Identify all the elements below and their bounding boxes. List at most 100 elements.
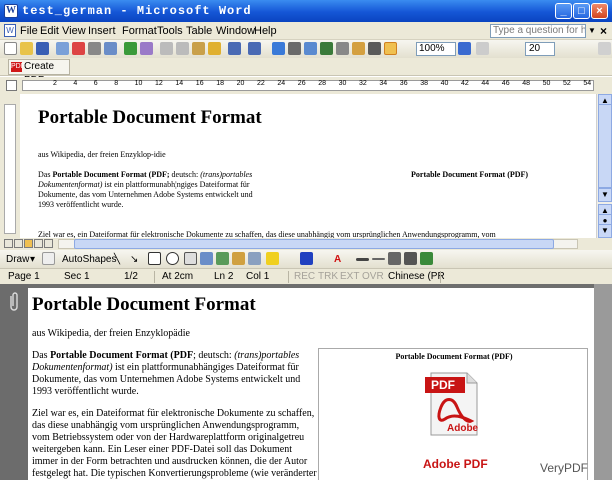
tab-selector[interactable] (6, 80, 17, 91)
maximize-button[interactable]: □ (573, 3, 590, 19)
menu-window[interactable]: Window (216, 25, 255, 37)
normal-view-icon[interactable] (4, 239, 13, 248)
menu-help[interactable]: Help (254, 25, 277, 37)
close-button[interactable]: × (591, 3, 608, 19)
font-size-select[interactable]: 20 (525, 42, 555, 56)
print-layout-icon[interactable] (24, 239, 33, 248)
vertical-scrollbar[interactable]: ▲ ▼ ▲ ● ▼ (596, 94, 612, 238)
select-objects-icon[interactable] (42, 252, 55, 265)
scroll-thumb[interactable] (74, 239, 554, 249)
menu-table[interactable]: Table (186, 25, 212, 37)
open-folder-icon[interactable] (20, 42, 33, 55)
pdf-toolbar: PDF Create PDF (0, 58, 612, 86)
ruler-tick-label: 34 (379, 80, 388, 87)
line-color-icon[interactable] (300, 252, 313, 265)
line-icon[interactable]: ╲ (114, 254, 120, 265)
print-preview-icon[interactable] (104, 42, 117, 55)
menu-tools[interactable]: Tools (157, 25, 183, 37)
horizontal-scrollbar[interactable] (0, 238, 612, 250)
picture-icon[interactable] (248, 252, 261, 265)
cut-icon[interactable] (160, 42, 173, 55)
document-icon[interactable]: W (4, 24, 16, 37)
web-layout-icon[interactable] (14, 239, 23, 248)
arrow-icon[interactable]: ↘ (130, 254, 138, 265)
menu-format[interactable]: Format (122, 25, 157, 37)
new-document-icon[interactable] (4, 42, 17, 55)
create-pdf-button[interactable]: PDF Create PDF (8, 59, 70, 86)
scroll-thumb[interactable] (598, 104, 612, 188)
chevron-down-icon[interactable]: ▼ (588, 26, 596, 36)
toolbar-options-icon[interactable] (598, 42, 611, 55)
pdf-paragraph-line: weitergeben kann. Ein Leser einer PDF-Da… (32, 444, 293, 455)
status-rec[interactable]: REC (294, 271, 315, 283)
word-app-icon[interactable]: W (4, 4, 18, 18)
help-question-input[interactable]: Type a question for help (490, 24, 586, 38)
text-box-icon[interactable] (184, 252, 197, 265)
format-painter-icon[interactable] (208, 42, 221, 55)
show-hide-icon[interactable] (384, 42, 397, 55)
save-icon[interactable] (36, 42, 49, 55)
watermark: VeryPDF (540, 461, 589, 475)
next-page-icon[interactable]: ▼ (598, 224, 612, 238)
3d-style-icon[interactable] (420, 252, 433, 265)
reading-layout-icon[interactable] (44, 239, 53, 248)
diagram-icon[interactable] (216, 252, 229, 265)
help-icon[interactable] (458, 42, 471, 55)
pdf-heading: Portable Document Format (32, 294, 256, 315)
email-icon[interactable] (72, 42, 85, 55)
rectangle-icon[interactable] (148, 252, 161, 265)
copy-icon[interactable] (176, 42, 189, 55)
document-map-icon[interactable] (368, 42, 381, 55)
pdf-page[interactable]: Portable Document Format aus Wikipedia, … (28, 288, 594, 480)
wordart-icon[interactable] (200, 252, 213, 265)
ruler-tick-label: 30 (338, 80, 347, 87)
minimize-button[interactable]: _ (555, 3, 572, 19)
hyperlink-icon[interactable] (272, 42, 285, 55)
ruler-tick-label: 6 (93, 80, 98, 87)
print-icon[interactable] (88, 42, 101, 55)
outline-view-icon[interactable] (34, 239, 43, 248)
shadow-style-icon[interactable] (404, 252, 417, 265)
paperclip-icon[interactable] (8, 292, 20, 312)
font-color-icon[interactable]: A (334, 254, 341, 265)
dash-style-icon[interactable] (372, 258, 385, 260)
autoshapes-menu[interactable]: AutoShapes (62, 254, 117, 265)
permission-icon[interactable] (56, 42, 69, 55)
zoom-select[interactable]: 100% (416, 42, 456, 56)
tables-borders-icon[interactable] (288, 42, 301, 55)
pdf-viewer-pane: Portable Document Format aus Wikipedia, … (0, 284, 612, 480)
arrow-style-icon[interactable] (388, 252, 401, 265)
pdf-paragraph-line: Dokumente, das vom Unternehmen Adobe Sys… (32, 374, 301, 385)
document-close-button[interactable]: × (600, 24, 607, 38)
line-style-icon[interactable] (356, 258, 369, 261)
undo-icon[interactable] (228, 42, 241, 55)
research-icon[interactable] (140, 42, 153, 55)
word-document-area[interactable]: Portable Document Format aus Wikipedia, … (20, 94, 596, 238)
status-trk[interactable]: TRK (318, 271, 338, 283)
scroll-down-icon[interactable]: ▼ (598, 188, 612, 202)
status-bar: Page 1 Sec 1 1/2 At 2cm Ln 2 Col 1 REC T… (0, 268, 612, 284)
status-ovr[interactable]: OVR (362, 271, 384, 283)
menu-edit[interactable]: Edit (40, 25, 59, 37)
menu-file[interactable]: File (20, 25, 38, 37)
status-ext[interactable]: EXT (340, 271, 359, 283)
clip-art-icon[interactable] (232, 252, 245, 265)
insert-table-icon[interactable] (304, 42, 317, 55)
oval-icon[interactable] (166, 252, 179, 265)
infobox-title: Portable Document Format (PDF) (395, 352, 513, 361)
horizontal-ruler[interactable]: 2 4 6 8 10 12 14 16 18 20 22 24 26 28 30 32 34 36 38 40 42 44… (0, 77, 612, 94)
chevron-down-icon[interactable]: ▾ (30, 254, 35, 265)
fill-color-icon[interactable] (266, 252, 279, 265)
spelling-icon[interactable] (124, 42, 137, 55)
draw-menu[interactable]: Draw (6, 254, 29, 265)
ruler-tick-label: 24 (277, 80, 286, 87)
menu-insert[interactable]: Insert (88, 25, 116, 37)
menu-view[interactable]: View (62, 25, 86, 37)
drawing-icon[interactable] (352, 42, 365, 55)
doc-heading: Portable Document Format (38, 107, 262, 128)
redo-icon[interactable] (248, 42, 261, 55)
insert-excel-icon[interactable] (320, 42, 333, 55)
paste-icon[interactable] (192, 42, 205, 55)
read-icon[interactable] (476, 42, 489, 55)
columns-icon[interactable] (336, 42, 349, 55)
